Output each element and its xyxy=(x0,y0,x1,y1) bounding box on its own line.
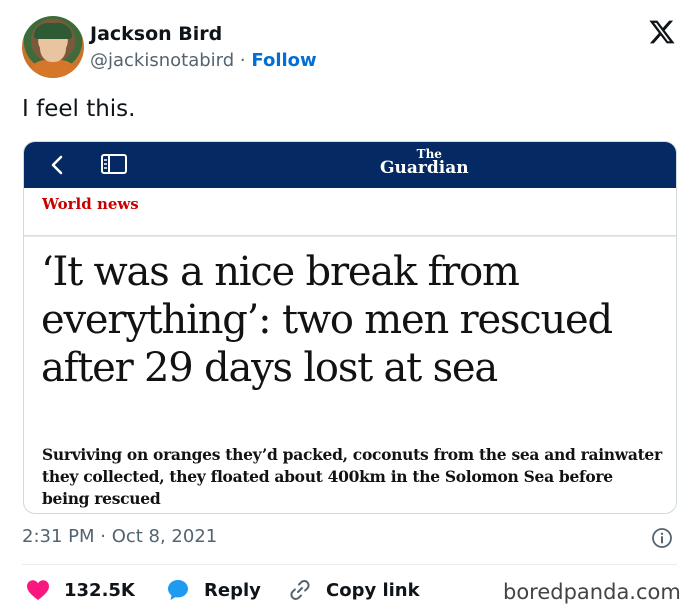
link-icon xyxy=(290,580,310,600)
back-icon[interactable] xyxy=(48,154,68,176)
like-count: 132.5K xyxy=(64,579,135,601)
reply-button[interactable]: Reply xyxy=(166,574,261,606)
like-button[interactable]: 132.5K xyxy=(26,574,135,606)
x-logo-icon[interactable] xyxy=(648,18,676,46)
article-headline: ‘It was a nice break from everything’: t… xyxy=(41,249,613,391)
reader-mode-icon[interactable] xyxy=(100,152,128,176)
guardian-top-bar: The Guardian xyxy=(24,142,676,188)
section-bar: World news xyxy=(24,188,676,236)
section-label[interactable]: World news xyxy=(42,195,139,213)
tweet-timestamp[interactable]: 2:31 PM · Oct 8, 2021 xyxy=(22,526,217,547)
author-handle[interactable]: @jackisnotabird xyxy=(90,50,234,71)
reply-label: Reply xyxy=(204,579,261,601)
divider xyxy=(24,236,676,237)
embedded-screenshot-card[interactable]: The Guardian World news ‘It was a nice b… xyxy=(23,141,677,514)
avatar[interactable] xyxy=(22,16,84,78)
tweet-text: I feel this. xyxy=(22,96,136,122)
heart-icon xyxy=(27,580,49,600)
info-icon[interactable] xyxy=(651,527,673,549)
guardian-logo-name: Guardian xyxy=(380,158,469,178)
divider xyxy=(22,564,677,565)
author-handle-line: @jackisnotabird · Follow xyxy=(90,50,317,71)
copy-link-label: Copy link xyxy=(326,579,420,601)
tweet-header: Jackson Bird @jackisnotabird · Follow xyxy=(22,16,682,80)
watermark: boredpanda.com xyxy=(503,580,681,604)
follow-button[interactable]: Follow xyxy=(251,50,316,71)
handle-separator: · xyxy=(239,50,246,71)
reply-bubble-icon xyxy=(168,580,188,600)
copy-link-button[interactable]: Copy link xyxy=(288,574,420,606)
guardian-logo: The Guardian xyxy=(380,148,469,178)
article-standfirst: Surviving on oranges they’d packed, coco… xyxy=(42,445,662,508)
author-name[interactable]: Jackson Bird xyxy=(90,23,222,45)
